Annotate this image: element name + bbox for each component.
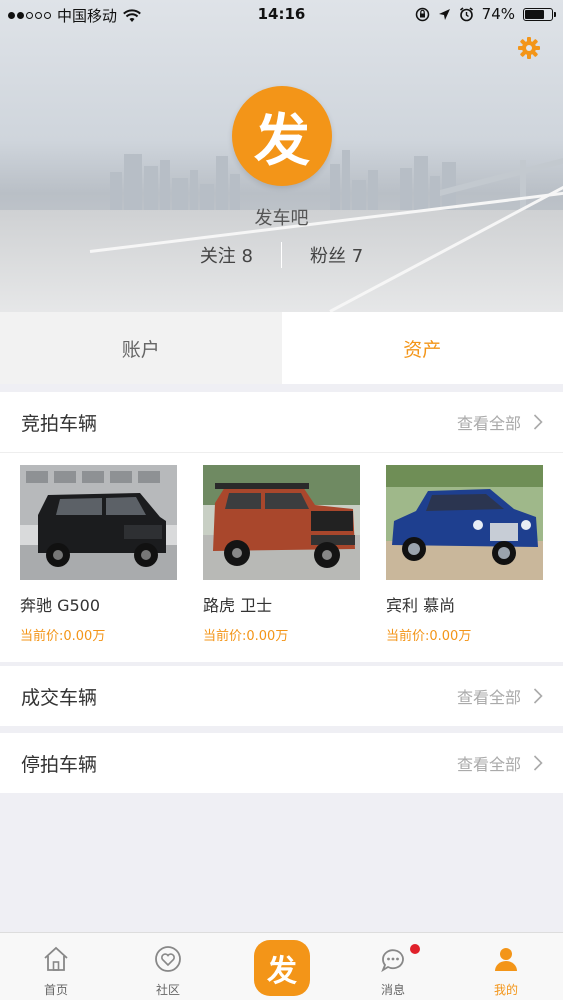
chevron-right-icon	[533, 755, 543, 771]
car-name: 宾利 慕尚	[386, 596, 456, 615]
battery-percent: 74%	[481, 5, 515, 23]
chevron-right-icon	[533, 688, 543, 704]
sold-section-header[interactable]: 成交车辆 查看全部	[0, 666, 563, 726]
car-price: 当前价:0.00万	[20, 629, 106, 644]
tab-assets[interactable]: 资产	[281, 312, 563, 384]
bidding-section-header[interactable]: 竞拍车辆 查看全部	[0, 392, 563, 452]
profile-header: 中国移动 14:16 74% 发 发车吧 关注 8 粉丝 7	[0, 0, 563, 312]
stopped-section-header[interactable]: 停拍车辆 查看全部	[0, 733, 563, 793]
tab-account[interactable]: 账户	[0, 312, 282, 384]
view-all-label: 查看全部	[456, 688, 521, 707]
home-icon	[44, 946, 68, 971]
section-title: 成交车辆	[21, 686, 98, 709]
tab-mine[interactable]: 我的	[466, 933, 546, 1000]
fans-count[interactable]: 粉丝 7	[282, 242, 391, 268]
car-photo	[20, 465, 177, 580]
status-bar: 中国移动 14:16 74%	[0, 0, 563, 28]
view-all-label: 查看全部	[456, 755, 521, 774]
heart-circle-icon	[155, 946, 181, 972]
view-all-link[interactable]: 查看全部	[457, 684, 543, 708]
battery-icon	[523, 7, 556, 21]
car-name: 路虎 卫士	[203, 596, 273, 615]
alarm-icon	[459, 6, 473, 21]
following-count[interactable]: 关注 8	[172, 242, 281, 268]
unread-badge	[410, 944, 420, 954]
settings-gear-icon[interactable]	[517, 36, 541, 60]
car-card[interactable]: 宾利 慕尚 当前价:0.00万	[386, 465, 543, 644]
follow-stats: 关注 8 粉丝 7	[0, 242, 563, 268]
car-list: 奔驰 G500 当前价:0.00万 路虎 卫士 当前价:0.00万 宾利 慕尚 …	[0, 452, 563, 662]
car-card[interactable]: 路虎 卫士 当前价:0.00万	[203, 465, 360, 644]
orientation-lock-icon	[415, 7, 429, 21]
status-right: 74%	[415, 5, 556, 23]
tab-label: 首页	[43, 983, 68, 997]
tab-label: 消息	[380, 983, 405, 997]
publish-button[interactable]: 发	[254, 940, 310, 996]
car-photo	[203, 465, 360, 580]
view-all-link[interactable]: 查看全部	[457, 751, 543, 775]
tab-label: 社区	[155, 983, 180, 997]
avatar[interactable]: 发	[232, 86, 332, 186]
tab-messages[interactable]: 消息	[353, 933, 433, 1000]
car-price: 当前价:0.00万	[386, 629, 472, 644]
tab-home[interactable]: 首页	[16, 933, 96, 1000]
sold-vehicles-section: 成交车辆 查看全部	[0, 666, 563, 726]
account-tabs: 账户 资产	[0, 312, 563, 384]
user-icon	[495, 948, 517, 971]
view-all-link[interactable]: 查看全部	[457, 410, 543, 434]
bidding-vehicles-section: 竞拍车辆 查看全部 奔驰 G500 当前价:0.00万 路虎 卫士 当前价:0.…	[0, 392, 563, 662]
section-title: 竞拍车辆	[21, 412, 98, 435]
location-arrow-icon	[438, 8, 450, 20]
view-all-label: 查看全部	[456, 414, 521, 433]
chevron-right-icon	[533, 414, 543, 430]
car-card[interactable]: 奔驰 G500 当前价:0.00万	[20, 465, 177, 644]
tab-label: 我的	[493, 983, 518, 997]
car-price: 当前价:0.00万	[203, 629, 289, 644]
stopped-vehicles-section: 停拍车辆 查看全部	[0, 733, 563, 793]
tab-community[interactable]: 社区	[128, 933, 208, 1000]
section-title: 停拍车辆	[21, 753, 98, 776]
car-name: 奔驰 G500	[20, 596, 101, 615]
car-photo	[386, 465, 543, 580]
nickname: 发车吧	[254, 208, 309, 229]
chat-bubble-icon	[381, 949, 404, 973]
